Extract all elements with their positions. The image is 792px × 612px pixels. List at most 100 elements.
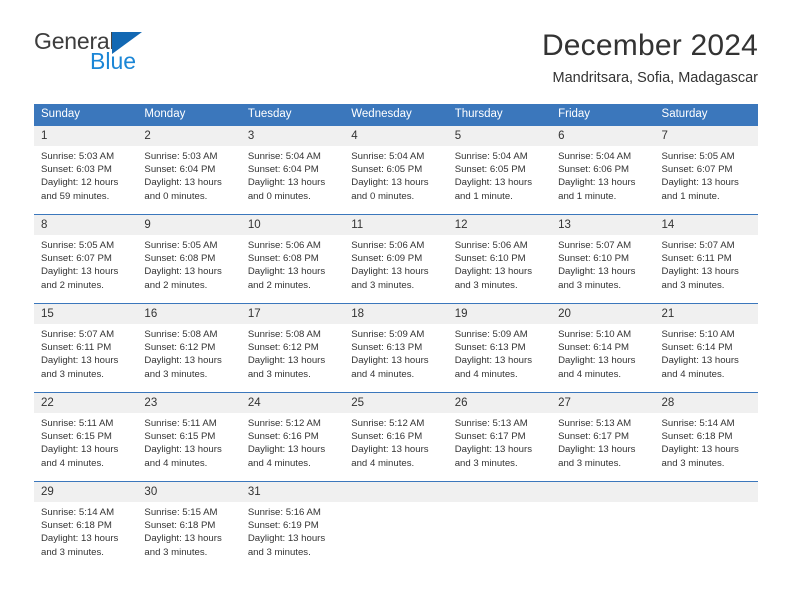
calendar-day-cell[interactable]: 1 Sunrise: 5:03 AM Sunset: 6:03 PM Daylight… xyxy=(34,125,138,215)
daylight-text-line2: and 3 minutes. xyxy=(41,546,104,558)
weekday-header-monday: Monday xyxy=(137,104,241,126)
calendar-day-cell[interactable]: 18 Sunrise: 5:09 AM Sunset: 6:13 PM Dayligh… xyxy=(344,303,448,393)
sunset-text: Sunset: 6:15 PM xyxy=(41,431,112,443)
day-number: 14 xyxy=(654,215,758,235)
sunset-text: Sunset: 6:18 PM xyxy=(144,520,216,532)
daylight-text-line2: and 4 minutes. xyxy=(454,368,518,380)
daylight-text-line1: Daylight: 13 hours xyxy=(351,444,429,456)
calendar-day-cell[interactable]: 25 Sunrise: 5:12 AM Sunset: 6:16 PM Dayligh… xyxy=(344,392,448,482)
daylight-text-line2: and 0 minutes. xyxy=(247,190,311,202)
sunrise-text: Sunrise: 5:13 AM xyxy=(454,418,528,429)
calendar-day-cell[interactable]: 20 Sunrise: 5:10 AM Sunset: 6:14 PM Dayligh… xyxy=(551,303,655,393)
calendar-day-cell[interactable]: 26 Sunrise: 5:13 AM Sunset: 6:17 PM Dayligh… xyxy=(447,392,552,482)
calendar-day-cell-empty xyxy=(344,481,448,570)
calendar-day-cell[interactable]: 24 Sunrise: 5:12 AM Sunset: 6:16 PM Dayligh… xyxy=(240,392,345,482)
day-details: Sunrise: 5:13 AM Sunset: 6:17 PM Daylight:… xyxy=(448,413,551,470)
calendar-body: 1 Sunrise: 5:03 AM Sunset: 6:03 PM Daylight… xyxy=(34,125,758,570)
day-number xyxy=(654,482,758,502)
calendar-day-cell[interactable]: 10 Sunrise: 5:06 AM Sunset: 6:08 PM Dayligh… xyxy=(240,214,345,304)
page-title: December 2024 xyxy=(541,29,758,62)
day-details: Sunrise: 5:08 AM Sunset: 6:12 PM Daylight:… xyxy=(137,324,240,381)
sunset-text: Sunset: 6:14 PM xyxy=(558,342,630,354)
sunset-text: Sunset: 6:16 PM xyxy=(351,431,423,443)
sunset-text: Sunset: 6:06 PM xyxy=(558,164,630,176)
sunset-text: Sunset: 6:11 PM xyxy=(41,342,112,354)
calendar-day-cell[interactable]: 13 Sunrise: 5:07 AM Sunset: 6:10 PM Dayligh… xyxy=(551,214,655,304)
sunset-text: Sunset: 6:08 PM xyxy=(144,253,216,265)
day-details: Sunrise: 5:11 AM Sunset: 6:15 PM Daylight:… xyxy=(137,413,240,470)
daylight-text-line2: and 3 minutes. xyxy=(661,457,725,469)
daylight-text-line2: and 3 minutes. xyxy=(558,457,622,469)
sunrise-text: Sunrise: 5:11 AM xyxy=(144,418,217,429)
calendar-day-cell[interactable]: 11 Sunrise: 5:06 AM Sunset: 6:09 PM Dayligh… xyxy=(344,214,448,304)
day-details: Sunrise: 5:06 AM Sunset: 6:08 PM Daylight:… xyxy=(241,235,344,292)
day-number: 16 xyxy=(137,304,241,324)
calendar-day-cell[interactable]: 27 Sunrise: 5:13 AM Sunset: 6:17 PM Dayligh… xyxy=(551,392,655,482)
calendar-day-cell[interactable]: 16 Sunrise: 5:08 AM Sunset: 6:12 PM Dayligh… xyxy=(137,303,241,393)
daylight-text-line1: Daylight: 13 hours xyxy=(247,444,326,456)
calendar-day-cell[interactable]: 30 Sunrise: 5:15 AM Sunset: 6:18 PM Dayligh… xyxy=(137,481,241,570)
daylight-text-line2: and 3 minutes. xyxy=(144,368,208,380)
day-details: Sunrise: 5:11 AM Sunset: 6:15 PM Daylight:… xyxy=(34,413,137,470)
daylight-text-line1: Daylight: 13 hours xyxy=(454,266,533,278)
daylight-text-line2: and 4 minutes. xyxy=(558,368,622,380)
day-number: 29 xyxy=(34,482,138,502)
sunrise-text: Sunrise: 5:08 AM xyxy=(144,329,218,340)
daylight-text-line1: Daylight: 13 hours xyxy=(41,533,119,545)
calendar-day-cell[interactable]: 5 Sunrise: 5:04 AM Sunset: 6:05 PM Daylight… xyxy=(447,125,552,215)
sunrise-text: Sunrise: 5:06 AM xyxy=(247,240,321,251)
day-number: 20 xyxy=(551,304,655,324)
sunset-text: Sunset: 6:10 PM xyxy=(454,253,526,265)
calendar-day-cell[interactable]: 15 Sunrise: 5:07 AM Sunset: 6:11 PM Dayligh… xyxy=(34,303,138,393)
day-details: Sunrise: 5:07 AM Sunset: 6:11 PM Daylight:… xyxy=(655,235,758,292)
daylight-text-line1: Daylight: 12 hours xyxy=(41,177,119,189)
calendar-day-cell[interactable]: 6 Sunrise: 5:04 AM Sunset: 6:06 PM Daylight… xyxy=(551,125,655,215)
day-details: Sunrise: 5:10 AM Sunset: 6:14 PM Daylight:… xyxy=(551,324,654,381)
calendar-day-cell[interactable]: 28 Sunrise: 5:14 AM Sunset: 6:18 PM Dayligh… xyxy=(654,392,758,482)
day-details: Sunrise: 5:05 AM Sunset: 6:07 PM Daylight:… xyxy=(34,235,137,292)
daylight-text-line1: Daylight: 13 hours xyxy=(558,266,636,278)
calendar-day-cell[interactable]: 23 Sunrise: 5:11 AM Sunset: 6:15 PM Dayligh… xyxy=(137,392,241,482)
daylight-text-line2: and 4 minutes. xyxy=(661,368,725,380)
day-number: 23 xyxy=(137,393,241,413)
daylight-text-line1: Daylight: 13 hours xyxy=(558,355,636,367)
daylight-text-line1: Daylight: 13 hours xyxy=(558,177,636,189)
daylight-text-line2: and 0 minutes. xyxy=(144,190,208,202)
calendar-day-cell[interactable]: 7 Sunrise: 5:05 AM Sunset: 6:07 PM Daylight… xyxy=(654,125,758,215)
sunrise-text: Sunrise: 5:03 AM xyxy=(41,151,115,162)
sunset-text: Sunset: 6:13 PM xyxy=(351,342,423,354)
calendar-day-cell[interactable]: 31 Sunrise: 5:16 AM Sunset: 6:19 PM Dayligh… xyxy=(240,481,345,570)
sunrise-text: Sunrise: 5:06 AM xyxy=(454,240,528,251)
day-details: Sunrise: 5:12 AM Sunset: 6:16 PM Daylight:… xyxy=(344,413,447,470)
weekday-header-thursday: Thursday xyxy=(447,104,552,126)
calendar-day-cell[interactable]: 22 Sunrise: 5:11 AM Sunset: 6:15 PM Dayligh… xyxy=(34,392,138,482)
calendar-day-cell[interactable]: 12 Sunrise: 5:06 AM Sunset: 6:10 PM Dayligh… xyxy=(447,214,552,304)
sunrise-text: Sunrise: 5:06 AM xyxy=(351,240,425,251)
calendar-table: Sunday Monday Tuesday Wednesday Thursday… xyxy=(34,104,758,570)
calendar-day-cell[interactable]: 19 Sunrise: 5:09 AM Sunset: 6:13 PM Dayligh… xyxy=(447,303,552,393)
calendar-day-cell[interactable]: 3 Sunrise: 5:04 AM Sunset: 6:04 PM Daylight… xyxy=(240,125,345,215)
calendar-day-cell[interactable]: 2 Sunrise: 5:03 AM Sunset: 6:04 PM Daylight… xyxy=(137,125,241,215)
sunset-text: Sunset: 6:12 PM xyxy=(247,342,319,354)
daylight-text-line1: Daylight: 13 hours xyxy=(454,177,533,189)
daylight-text-line1: Daylight: 13 hours xyxy=(144,533,222,545)
day-number: 26 xyxy=(447,393,552,413)
calendar-day-cell[interactable]: 4 Sunrise: 5:04 AM Sunset: 6:05 PM Daylight… xyxy=(344,125,448,215)
calendar-day-cell[interactable]: 14 Sunrise: 5:07 AM Sunset: 6:11 PM Dayligh… xyxy=(654,214,758,304)
day-number: 22 xyxy=(34,393,138,413)
calendar-day-cell[interactable]: 21 Sunrise: 5:10 AM Sunset: 6:14 PM Dayligh… xyxy=(654,303,758,393)
daylight-text-line2: and 4 minutes. xyxy=(351,457,415,469)
calendar-day-cell[interactable]: 9 Sunrise: 5:05 AM Sunset: 6:08 PM Daylight… xyxy=(137,214,241,304)
calendar-day-cell[interactable]: 29 Sunrise: 5:14 AM Sunset: 6:18 PM Dayligh… xyxy=(34,481,138,570)
weekday-header-wednesday: Wednesday xyxy=(344,104,448,126)
calendar-header-row: Sunday Monday Tuesday Wednesday Thursday… xyxy=(34,104,758,126)
daylight-text-line1: Daylight: 13 hours xyxy=(144,444,222,456)
day-number: 18 xyxy=(344,304,448,324)
sunrise-text: Sunrise: 5:07 AM xyxy=(558,240,632,251)
calendar-day-cell-empty xyxy=(654,481,758,570)
sunrise-text: Sunrise: 5:04 AM xyxy=(454,151,528,162)
calendar-day-cell[interactable]: 8 Sunrise: 5:05 AM Sunset: 6:07 PM Daylight… xyxy=(34,214,138,304)
weekday-header-friday: Friday xyxy=(551,104,655,126)
day-details: Sunrise: 5:03 AM Sunset: 6:04 PM Daylight:… xyxy=(137,146,240,203)
calendar-day-cell[interactable]: 17 Sunrise: 5:08 AM Sunset: 6:12 PM Dayligh… xyxy=(240,303,345,393)
